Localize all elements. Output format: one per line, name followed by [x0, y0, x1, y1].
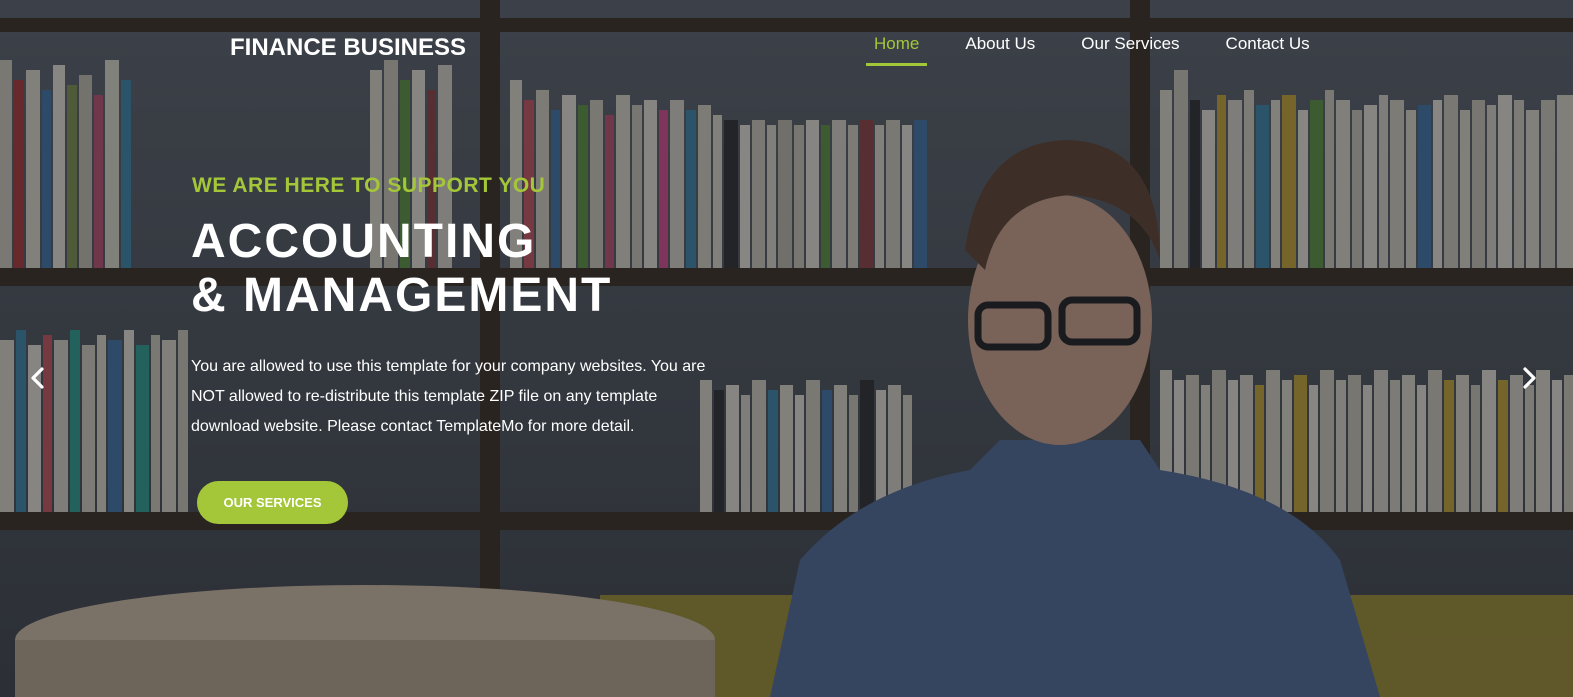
our-services-button[interactable]: OUR SERVICES — [197, 481, 348, 524]
nav-item-contact-us[interactable]: Contact Us — [1218, 34, 1318, 66]
hero-slider: FINANCE BUSINESS Home About Us Our Servi… — [0, 0, 1573, 697]
slider-next-button[interactable] — [1517, 366, 1541, 390]
main-nav: Home About Us Our Services Contact Us — [866, 34, 1348, 66]
hero-title: ACCOUNTING & MANAGEMENT — [191, 215, 612, 323]
slider-prev-button[interactable] — [26, 366, 50, 390]
hero-description: You are allowed to use this template for… — [191, 352, 751, 442]
hero-description-line-3: download website. Please contact Templat… — [191, 418, 635, 435]
nav-item-home[interactable]: Home — [866, 34, 928, 66]
site-logo[interactable]: FINANCE BUSINESS — [230, 34, 466, 62]
site-header: FINANCE BUSINESS Home About Us Our Servi… — [0, 0, 1573, 80]
chevron-left-icon — [31, 367, 44, 389]
hero-description-line-1: You are allowed to use this template for… — [191, 358, 706, 375]
chevron-right-icon — [1523, 367, 1536, 389]
nav-item-about-us[interactable]: About Us — [957, 34, 1043, 66]
hero-description-line-2: NOT allowed to re-distribute this templa… — [191, 388, 658, 405]
hero-dark-overlay — [0, 0, 1573, 697]
hero-eyebrow: WE ARE HERE TO SUPPORT YOU — [192, 174, 546, 197]
hero-title-line-1: ACCOUNTING — [191, 215, 537, 268]
hero-title-line-2: & MANAGEMENT — [191, 269, 613, 322]
nav-item-our-services[interactable]: Our Services — [1073, 34, 1187, 66]
